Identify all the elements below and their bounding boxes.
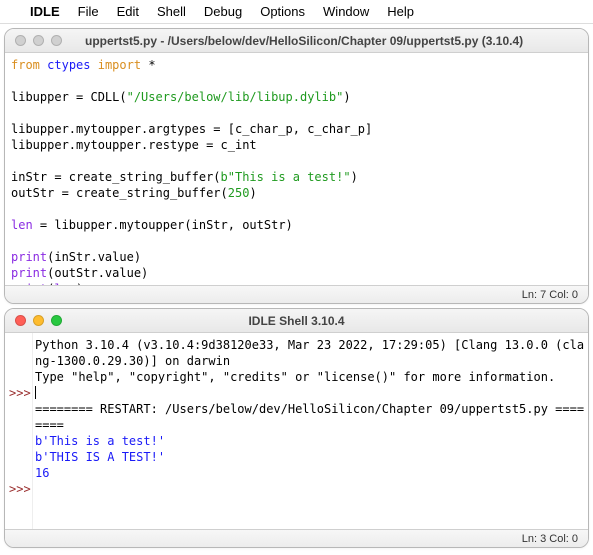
shell-banner: Type "help", "copyright", "credits" or "… (35, 370, 555, 384)
builtin-len: len (11, 218, 33, 232)
shell-output[interactable]: Python 3.10.4 (v3.10.4:9d38120e33, Mar 2… (33, 333, 588, 529)
string-literal: b"This is a test!" (221, 170, 351, 184)
menu-edit[interactable]: Edit (117, 4, 139, 19)
code-text: libupper.mytoupper.argtypes = [c_char_p,… (11, 122, 372, 136)
mod-ctypes: ctypes (47, 58, 90, 72)
shell-gutter: >>> >>> (5, 333, 33, 529)
shell-titlebar[interactable]: IDLE Shell 3.10.4 (5, 309, 588, 333)
menu-window[interactable]: Window (323, 4, 369, 19)
menu-help[interactable]: Help (387, 4, 414, 19)
builtin-print: print (11, 282, 47, 285)
menu-shell[interactable]: Shell (157, 4, 186, 19)
code-text: ) (343, 90, 350, 104)
traffic-lights (5, 315, 62, 326)
code-text: * (141, 58, 155, 72)
code-text: inStr = create_string_buffer( (11, 170, 221, 184)
code-text: ) (76, 282, 83, 285)
zoom-icon[interactable] (51, 315, 62, 326)
num-literal: 250 (228, 186, 250, 200)
zoom-icon[interactable] (51, 35, 62, 46)
builtin-print: print (11, 266, 47, 280)
app-name[interactable]: IDLE (30, 4, 60, 19)
shell-statusbar: Ln: 3 Col: 0 (5, 529, 588, 547)
code-text: ) (249, 186, 256, 200)
shell-banner: ng-1300.0.29.30)] on darwin (35, 354, 230, 368)
string-literal: "/Users/below/lib/libup.dylib" (127, 90, 344, 104)
builtin-print: print (11, 250, 47, 264)
text-cursor (35, 386, 36, 399)
kw-import: import (98, 58, 141, 72)
builtin-len: len (54, 282, 76, 285)
code-text: libupper = CDLL( (11, 90, 127, 104)
shell-restart: ==== (35, 418, 64, 432)
prompt-icon: >>> (9, 481, 32, 497)
prompt-icon: >>> (9, 385, 32, 401)
menu-debug[interactable]: Debug (204, 4, 242, 19)
shell-output-line: 16 (35, 466, 49, 480)
minimize-icon[interactable] (33, 315, 44, 326)
code-text: ) (351, 170, 358, 184)
kw-from: from (11, 58, 40, 72)
editor-window: uppertst5.py - /Users/below/dev/HelloSil… (4, 28, 589, 304)
editor-title: uppertst5.py - /Users/below/dev/HelloSil… (5, 34, 588, 48)
shell-output-line: b'This is a test!' (35, 434, 165, 448)
shell-banner: Python 3.10.4 (v3.10.4:9d38120e33, Mar 2… (35, 338, 584, 352)
shell-restart: ======== RESTART: /Users/below/dev/Hello… (35, 402, 584, 416)
shell-cursor-pos: Ln: 3 Col: 0 (522, 533, 578, 545)
editor-statusbar: Ln: 7 Col: 0 (5, 285, 588, 303)
close-icon[interactable] (15, 315, 26, 326)
code-text: = libupper.mytoupper(inStr, outStr) (33, 218, 293, 232)
close-icon[interactable] (15, 35, 26, 46)
menu-file[interactable]: File (78, 4, 99, 19)
macos-menubar: IDLE File Edit Shell Debug Options Windo… (0, 0, 593, 24)
minimize-icon[interactable] (33, 35, 44, 46)
code-text: outStr = create_string_buffer( (11, 186, 228, 200)
shell-window: IDLE Shell 3.10.4 >>> >>> Python 3.10.4 … (4, 308, 589, 548)
code-text: (inStr.value) (47, 250, 141, 264)
editor-titlebar[interactable]: uppertst5.py - /Users/below/dev/HelloSil… (5, 29, 588, 53)
traffic-lights (5, 35, 62, 46)
code-text: libupper.mytoupper.restype = c_int (11, 138, 257, 152)
code-editor[interactable]: from ctypes import * libupper = CDLL("/U… (5, 53, 588, 285)
editor-cursor-pos: Ln: 7 Col: 0 (522, 289, 578, 301)
code-text: (outStr.value) (47, 266, 148, 280)
shell-output-line: b'THIS IS A TEST!' (35, 450, 165, 464)
shell-title: IDLE Shell 3.10.4 (5, 314, 588, 328)
menu-options[interactable]: Options (260, 4, 305, 19)
